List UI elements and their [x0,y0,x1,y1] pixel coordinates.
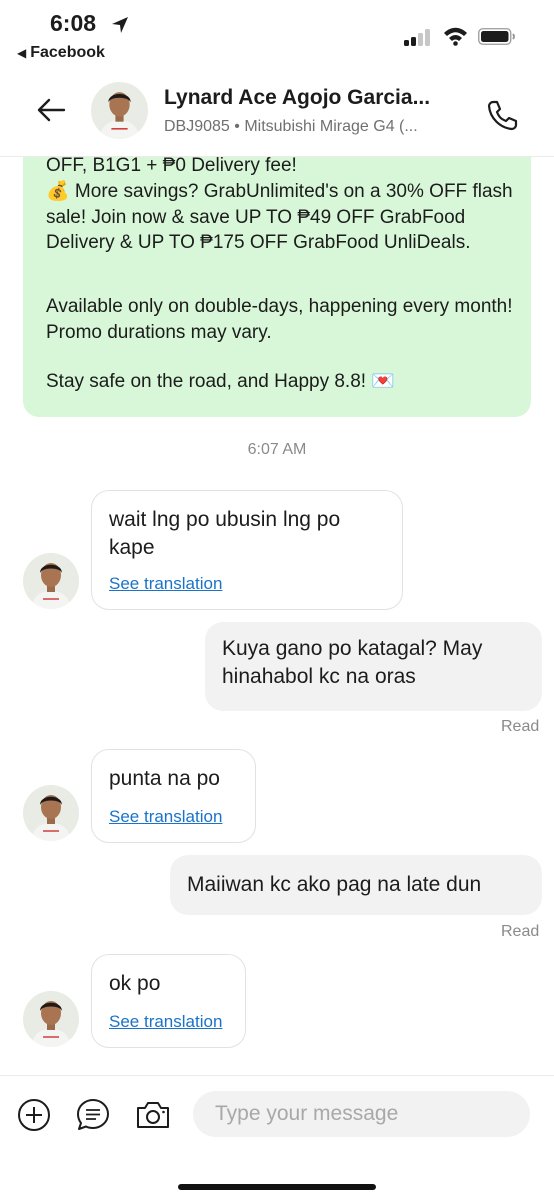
see-translation-link[interactable]: See translation [109,807,222,827]
back-triangle-icon: ◀ [17,46,27,60]
status-time: 6:08 [50,10,97,36]
outgoing-message: Maiiwan kc ako pag na late dun [170,855,542,915]
message-text: wait lng po ubusin lng po kape [109,508,341,559]
back-arrow-icon[interactable] [36,97,66,123]
composer-bar [0,1075,554,1201]
read-receipt: Read [501,923,540,940]
incoming-message: ok po See translation [91,954,246,1048]
promo-line-1: OFF, B1G1 + ₱0 Delivery fee! [46,157,297,176]
sender-avatar [23,553,79,609]
battery-icon [478,28,515,45]
incoming-message: punta na po See translation [91,749,256,843]
contact-avatar[interactable] [91,82,148,139]
promo-line-3: Available only on double-days, happening… [46,296,513,343]
promo-line-4: Stay safe on the road, and Happy 8.8! 💌 [46,371,395,392]
read-receipt: Read [501,718,540,735]
status-bar: 6:08 ◀ Facebook [0,0,554,66]
message-timestamp: 6:07 AM [247,441,307,458]
contact-name[interactable]: Lynard Ace Agojo Garcia... [164,86,464,110]
chat-bubble-icon[interactable] [76,1098,110,1132]
sender-avatar [23,991,79,1047]
message-input[interactable] [193,1091,530,1137]
plus-circle-icon[interactable] [17,1098,51,1132]
message-text: Maiiwan kc ako pag na late dun [187,873,482,896]
chat-header: Lynard Ace Agojo Garcia... DBJ9085 • Mit… [0,66,554,157]
see-translation-link[interactable]: See translation [109,574,222,594]
location-arrow-icon [112,17,128,33]
back-to-app-link[interactable]: ◀ Facebook [17,44,105,62]
incoming-message: wait lng po ubusin lng po kape See trans… [91,490,403,610]
sender-avatar [23,785,79,841]
outgoing-message: Kuya gano po katagal? May hinahabol kc n… [205,622,542,711]
see-translation-link[interactable]: See translation [109,1012,222,1032]
back-app-label: Facebook [30,44,105,61]
promo-message: OFF, B1G1 + ₱0 Delivery fee! 💰 More savi… [23,157,531,417]
chat-thread[interactable]: OFF, B1G1 + ₱0 Delivery fee! 💰 More savi… [0,157,554,1075]
message-text: Kuya gano po katagal? May hinahabol kc n… [222,637,483,688]
message-text: ok po [109,972,161,995]
phone-icon[interactable] [486,99,518,131]
wifi-icon [444,27,467,46]
signal-icon [404,28,434,46]
vehicle-info: DBJ9085 • Mitsubishi Mirage G4 (... [164,118,418,135]
home-indicator[interactable] [178,1184,376,1190]
promo-line-2: 💰 More savings? GrabUnlimited's on a 30%… [46,181,513,253]
message-text: punta na po [109,767,220,790]
camera-icon[interactable] [135,1098,171,1132]
